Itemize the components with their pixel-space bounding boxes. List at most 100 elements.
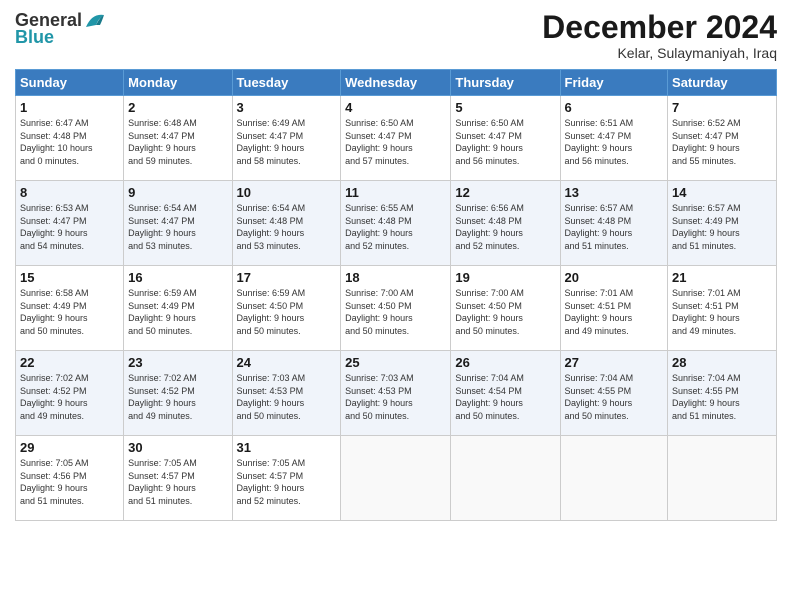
day-number: 7 bbox=[672, 100, 772, 115]
day-number: 8 bbox=[20, 185, 119, 200]
table-row: 10 Sunrise: 6:54 AMSunset: 4:48 PMDayligh… bbox=[232, 181, 341, 266]
day-number: 2 bbox=[128, 100, 227, 115]
day-info: Sunrise: 6:54 AMSunset: 4:47 PMDaylight:… bbox=[128, 202, 227, 252]
day-info: Sunrise: 6:59 AMSunset: 4:49 PMDaylight:… bbox=[128, 287, 227, 337]
table-row: 6 Sunrise: 6:51 AMSunset: 4:47 PMDaylight… bbox=[560, 96, 668, 181]
day-info: Sunrise: 7:00 AMSunset: 4:50 PMDaylight:… bbox=[455, 287, 555, 337]
title-section: December 2024 Kelar, Sulaymaniyah, Iraq bbox=[542, 10, 777, 61]
day-info: Sunrise: 7:00 AMSunset: 4:50 PMDaylight:… bbox=[345, 287, 446, 337]
day-info: Sunrise: 6:49 AMSunset: 4:47 PMDaylight:… bbox=[237, 117, 337, 167]
day-number: 25 bbox=[345, 355, 446, 370]
col-saturday: Saturday bbox=[668, 70, 777, 96]
day-number: 19 bbox=[455, 270, 555, 285]
day-number: 26 bbox=[455, 355, 555, 370]
header: General Blue December 2024 Kelar, Sulaym… bbox=[15, 10, 777, 61]
logo-wing-icon bbox=[84, 11, 106, 29]
day-info: Sunrise: 7:04 AMSunset: 4:54 PMDaylight:… bbox=[455, 372, 555, 422]
day-info: Sunrise: 6:57 AMSunset: 4:49 PMDaylight:… bbox=[672, 202, 772, 252]
col-monday: Monday bbox=[124, 70, 232, 96]
table-row bbox=[560, 436, 668, 521]
day-info: Sunrise: 6:58 AMSunset: 4:49 PMDaylight:… bbox=[20, 287, 119, 337]
table-row: 24 Sunrise: 7:03 AMSunset: 4:53 PMDayligh… bbox=[232, 351, 341, 436]
day-number: 20 bbox=[565, 270, 664, 285]
table-row: 31Sunrise: 7:05 AMSunset: 4:57 PMDayligh… bbox=[232, 436, 341, 521]
col-friday: Friday bbox=[560, 70, 668, 96]
day-info: Sunrise: 6:54 AMSunset: 4:48 PMDaylight:… bbox=[237, 202, 337, 252]
day-info: Sunrise: 6:53 AMSunset: 4:47 PMDaylight:… bbox=[20, 202, 119, 252]
day-number: 29 bbox=[20, 440, 119, 455]
day-info: Sunrise: 7:01 AMSunset: 4:51 PMDaylight:… bbox=[565, 287, 664, 337]
table-row: 7Sunrise: 6:52 AMSunset: 4:47 PMDaylight… bbox=[668, 96, 777, 181]
day-number: 13 bbox=[565, 185, 664, 200]
day-info: Sunrise: 7:02 AMSunset: 4:52 PMDaylight:… bbox=[20, 372, 119, 422]
col-wednesday: Wednesday bbox=[341, 70, 451, 96]
calendar-week-row: 8 Sunrise: 6:53 AMSunset: 4:47 PMDaylight… bbox=[16, 181, 777, 266]
day-number: 4 bbox=[345, 100, 446, 115]
day-number: 11 bbox=[345, 185, 446, 200]
table-row: 20 Sunrise: 7:01 AMSunset: 4:51 PMDayligh… bbox=[560, 266, 668, 351]
table-row bbox=[451, 436, 560, 521]
day-info: Sunrise: 6:51 AMSunset: 4:47 PMDaylight:… bbox=[565, 117, 664, 167]
day-info: Sunrise: 7:05 AMSunset: 4:56 PMDaylight:… bbox=[20, 457, 119, 507]
table-row: 11 Sunrise: 6:55 AMSunset: 4:48 PMDayligh… bbox=[341, 181, 451, 266]
day-info: Sunrise: 7:05 AMSunset: 4:57 PMDaylight:… bbox=[128, 457, 227, 507]
location-text: Kelar, Sulaymaniyah, Iraq bbox=[542, 45, 777, 61]
table-row: 1 Sunrise: 6:47 AMSunset: 4:48 PMDaylight… bbox=[16, 96, 124, 181]
table-row: 2 Sunrise: 6:48 AMSunset: 4:47 PMDaylight… bbox=[124, 96, 232, 181]
day-info: Sunrise: 6:59 AMSunset: 4:50 PMDaylight:… bbox=[237, 287, 337, 337]
table-row: 4 Sunrise: 6:50 AMSunset: 4:47 PMDaylight… bbox=[341, 96, 451, 181]
calendar-table: Sunday Monday Tuesday Wednesday Thursday… bbox=[15, 69, 777, 521]
day-number: 10 bbox=[237, 185, 337, 200]
table-row bbox=[668, 436, 777, 521]
table-row: 5Sunrise: 6:50 AMSunset: 4:47 PMDaylight… bbox=[451, 96, 560, 181]
day-info: Sunrise: 6:57 AMSunset: 4:48 PMDaylight:… bbox=[565, 202, 664, 252]
table-row: 14 Sunrise: 6:57 AMSunset: 4:49 PMDayligh… bbox=[668, 181, 777, 266]
day-number: 23 bbox=[128, 355, 227, 370]
table-row: 15 Sunrise: 6:58 AMSunset: 4:49 PMDayligh… bbox=[16, 266, 124, 351]
table-row: 21Sunrise: 7:01 AMSunset: 4:51 PMDayligh… bbox=[668, 266, 777, 351]
table-row: 22 Sunrise: 7:02 AMSunset: 4:52 PMDayligh… bbox=[16, 351, 124, 436]
day-number: 27 bbox=[565, 355, 664, 370]
day-info: Sunrise: 6:55 AMSunset: 4:48 PMDaylight:… bbox=[345, 202, 446, 252]
day-number: 22 bbox=[20, 355, 119, 370]
table-row: 18 Sunrise: 7:00 AMSunset: 4:50 PMDayligh… bbox=[341, 266, 451, 351]
day-info: Sunrise: 6:56 AMSunset: 4:48 PMDaylight:… bbox=[455, 202, 555, 252]
table-row: 16 Sunrise: 6:59 AMSunset: 4:49 PMDayligh… bbox=[124, 266, 232, 351]
table-row: 26 Sunrise: 7:04 AMSunset: 4:54 PMDayligh… bbox=[451, 351, 560, 436]
day-number: 16 bbox=[128, 270, 227, 285]
table-row: 9Sunrise: 6:54 AMSunset: 4:47 PMDaylight… bbox=[124, 181, 232, 266]
day-info: Sunrise: 7:03 AMSunset: 4:53 PMDaylight:… bbox=[237, 372, 337, 422]
day-number: 18 bbox=[345, 270, 446, 285]
table-row: 19 Sunrise: 7:00 AMSunset: 4:50 PMDayligh… bbox=[451, 266, 560, 351]
table-row: 28 Sunrise: 7:04 AMSunset: 4:55 PMDayligh… bbox=[668, 351, 777, 436]
month-title: December 2024 bbox=[542, 10, 777, 45]
col-sunday: Sunday bbox=[16, 70, 124, 96]
day-info: Sunrise: 7:05 AMSunset: 4:57 PMDaylight:… bbox=[237, 457, 337, 507]
day-number: 12 bbox=[455, 185, 555, 200]
calendar-week-row: 22 Sunrise: 7:02 AMSunset: 4:52 PMDayligh… bbox=[16, 351, 777, 436]
day-number: 28 bbox=[672, 355, 772, 370]
day-number: 15 bbox=[20, 270, 119, 285]
day-info: Sunrise: 7:04 AMSunset: 4:55 PMDaylight:… bbox=[672, 372, 772, 422]
logo-block: General Blue bbox=[15, 10, 106, 48]
day-number: 21 bbox=[672, 270, 772, 285]
col-thursday: Thursday bbox=[451, 70, 560, 96]
day-info: Sunrise: 6:50 AMSunset: 4:47 PMDaylight:… bbox=[455, 117, 555, 167]
day-info: Sunrise: 6:48 AMSunset: 4:47 PMDaylight:… bbox=[128, 117, 227, 167]
day-info: Sunrise: 7:02 AMSunset: 4:52 PMDaylight:… bbox=[128, 372, 227, 422]
table-row: 17 Sunrise: 6:59 AMSunset: 4:50 PMDayligh… bbox=[232, 266, 341, 351]
table-row: 13 Sunrise: 6:57 AMSunset: 4:48 PMDayligh… bbox=[560, 181, 668, 266]
day-info: Sunrise: 6:47 AMSunset: 4:48 PMDaylight:… bbox=[20, 117, 119, 167]
col-tuesday: Tuesday bbox=[232, 70, 341, 96]
day-number: 6 bbox=[565, 100, 664, 115]
day-info: Sunrise: 6:50 AMSunset: 4:47 PMDaylight:… bbox=[345, 117, 446, 167]
day-number: 14 bbox=[672, 185, 772, 200]
table-row: 27 Sunrise: 7:04 AMSunset: 4:55 PMDayligh… bbox=[560, 351, 668, 436]
day-number: 17 bbox=[237, 270, 337, 285]
day-number: 24 bbox=[237, 355, 337, 370]
day-number: 1 bbox=[20, 100, 119, 115]
page-container: General Blue December 2024 Kelar, Sulaym… bbox=[0, 0, 792, 531]
day-info: Sunrise: 7:04 AMSunset: 4:55 PMDaylight:… bbox=[565, 372, 664, 422]
calendar-header-row: Sunday Monday Tuesday Wednesday Thursday… bbox=[16, 70, 777, 96]
table-row bbox=[341, 436, 451, 521]
